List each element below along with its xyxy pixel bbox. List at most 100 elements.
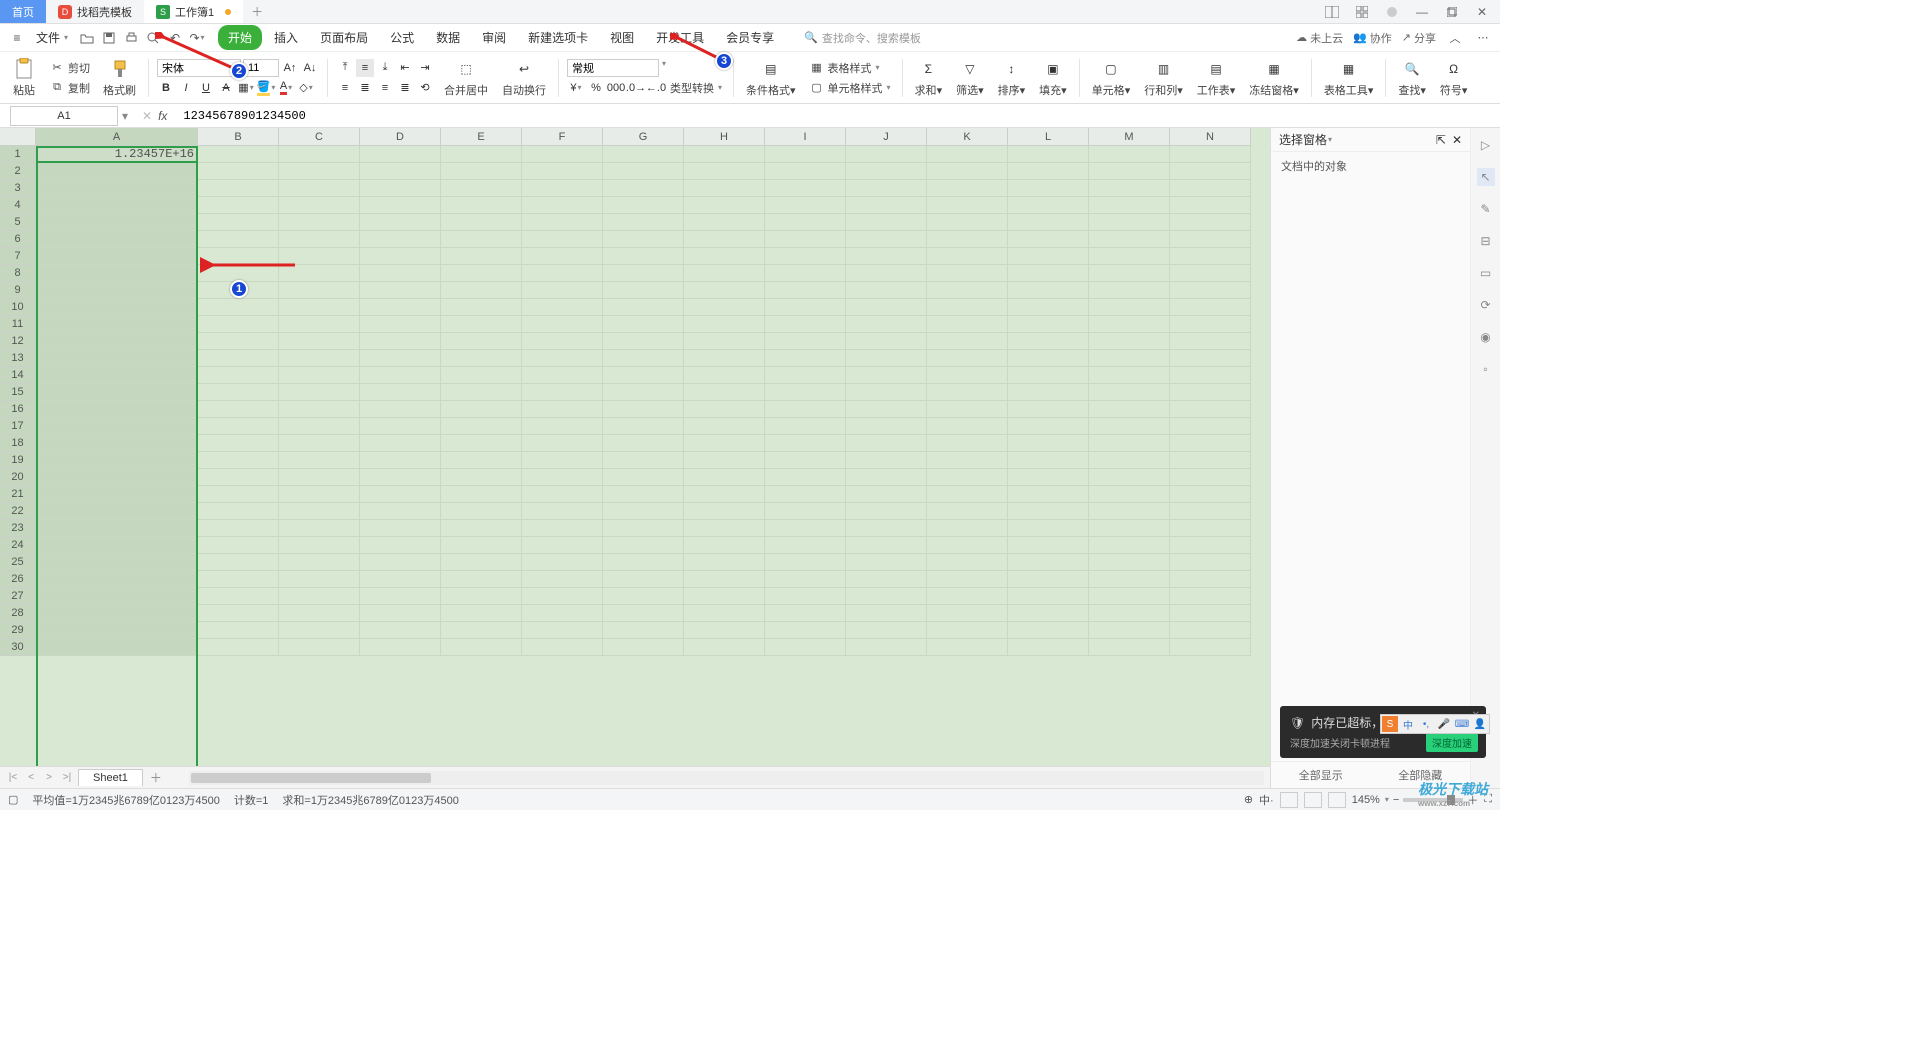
cell-E4[interactable]	[441, 197, 522, 214]
cell-F5[interactable]	[522, 214, 603, 231]
cell-B21[interactable]	[198, 486, 279, 503]
style-tool-icon[interactable]: ✎	[1477, 200, 1495, 218]
cell-D23[interactable]	[360, 520, 441, 537]
sort-button[interactable]: ↕排序▾	[994, 57, 1030, 98]
row-header-14[interactable]: 14	[0, 367, 36, 384]
cell-M16[interactable]	[1089, 401, 1170, 418]
align-middle-icon[interactable]: ≡	[356, 59, 374, 77]
row-header-7[interactable]: 7	[0, 248, 36, 265]
align-center-icon[interactable]: ≣	[356, 79, 374, 97]
cell-H25[interactable]	[684, 554, 765, 571]
cell-B5[interactable]	[198, 214, 279, 231]
cell-N3[interactable]	[1170, 180, 1251, 197]
cell-C30[interactable]	[279, 639, 360, 656]
cell-E1[interactable]	[441, 146, 522, 163]
cell-D19[interactable]	[360, 452, 441, 469]
cell-J25[interactable]	[846, 554, 927, 571]
row-header-22[interactable]: 22	[0, 503, 36, 520]
cell-J16[interactable]	[846, 401, 927, 418]
more-icon[interactable]: ⋯	[1474, 29, 1492, 47]
cell-J14[interactable]	[846, 367, 927, 384]
cell-C23[interactable]	[279, 520, 360, 537]
cell-M23[interactable]	[1089, 520, 1170, 537]
cell-D24[interactable]	[360, 537, 441, 554]
cell-M19[interactable]	[1089, 452, 1170, 469]
cell-F21[interactable]	[522, 486, 603, 503]
col-header-A[interactable]: A	[36, 128, 198, 146]
cell-L11[interactable]	[1008, 316, 1089, 333]
cell-E6[interactable]	[441, 231, 522, 248]
cell-M4[interactable]	[1089, 197, 1170, 214]
cell-A17[interactable]	[36, 418, 198, 435]
row-header-13[interactable]: 13	[0, 350, 36, 367]
cell-A9[interactable]	[36, 282, 198, 299]
cell-I16[interactable]	[765, 401, 846, 418]
cell-C22[interactable]	[279, 503, 360, 520]
cell-D3[interactable]	[360, 180, 441, 197]
cell-D29[interactable]	[360, 622, 441, 639]
cell-M13[interactable]	[1089, 350, 1170, 367]
cell-G29[interactable]	[603, 622, 684, 639]
cell-L17[interactable]	[1008, 418, 1089, 435]
cell-C9[interactable]	[279, 282, 360, 299]
cell-K10[interactable]	[927, 299, 1008, 316]
cell-D22[interactable]	[360, 503, 441, 520]
formula-input[interactable]	[177, 109, 1500, 123]
align-right-icon[interactable]: ≡	[376, 79, 394, 97]
cell-K21[interactable]	[927, 486, 1008, 503]
menu-tab-custom[interactable]: 新建选项卡	[518, 25, 598, 50]
cell-F7[interactable]	[522, 248, 603, 265]
toast-action-button[interactable]: 深度加速	[1426, 733, 1478, 752]
cell-B3[interactable]	[198, 180, 279, 197]
cell-A20[interactable]	[36, 469, 198, 486]
cell-E13[interactable]	[441, 350, 522, 367]
cell-F25[interactable]	[522, 554, 603, 571]
record-macro-icon[interactable]: ▢	[8, 793, 18, 806]
cell-N16[interactable]	[1170, 401, 1251, 418]
cell-H8[interactable]	[684, 265, 765, 282]
cell-N17[interactable]	[1170, 418, 1251, 435]
type-convert-button[interactable]: 类型转换▾	[667, 79, 725, 97]
horizontal-scrollbar[interactable]	[189, 771, 1264, 785]
cell-N29[interactable]	[1170, 622, 1251, 639]
cell-C15[interactable]	[279, 384, 360, 401]
cell-A28[interactable]	[36, 605, 198, 622]
zoom-control[interactable]: 145%▾ − ＋	[1352, 792, 1479, 808]
cell-E18[interactable]	[441, 435, 522, 452]
cell-B2[interactable]	[198, 163, 279, 180]
cell-K14[interactable]	[927, 367, 1008, 384]
cell-L23[interactable]	[1008, 520, 1089, 537]
cell-I19[interactable]	[765, 452, 846, 469]
find-button[interactable]: 🔍查找▾	[1394, 57, 1430, 98]
cell-K3[interactable]	[927, 180, 1008, 197]
cell-N5[interactable]	[1170, 214, 1251, 231]
cell-E28[interactable]	[441, 605, 522, 622]
cell-A10[interactable]	[36, 299, 198, 316]
cell-B12[interactable]	[198, 333, 279, 350]
cell-K20[interactable]	[927, 469, 1008, 486]
cell-B26[interactable]	[198, 571, 279, 588]
cell-N18[interactable]	[1170, 435, 1251, 452]
menu-tab-data[interactable]: 数据	[426, 25, 470, 50]
maximize-button[interactable]	[1440, 1, 1464, 23]
cell-H3[interactable]	[684, 180, 765, 197]
cell-H26[interactable]	[684, 571, 765, 588]
col-header-M[interactable]: M	[1089, 128, 1170, 146]
row-header-28[interactable]: 28	[0, 605, 36, 622]
comma-icon[interactable]: 000	[607, 79, 625, 97]
menu-tab-insert[interactable]: 插入	[264, 25, 308, 50]
italic-button[interactable]: I	[177, 79, 195, 97]
cell-N26[interactable]	[1170, 571, 1251, 588]
normal-view-button[interactable]	[1280, 792, 1298, 808]
cell-J10[interactable]	[846, 299, 927, 316]
cell-C29[interactable]	[279, 622, 360, 639]
cell-F13[interactable]	[522, 350, 603, 367]
cell-H18[interactable]	[684, 435, 765, 452]
cell-G11[interactable]	[603, 316, 684, 333]
cell-J23[interactable]	[846, 520, 927, 537]
coop-button[interactable]: 👥协作	[1353, 30, 1392, 46]
settings-tool-icon[interactable]: ⊟	[1477, 232, 1495, 250]
col-header-D[interactable]: D	[360, 128, 441, 146]
cell-B15[interactable]	[198, 384, 279, 401]
cell-L8[interactable]	[1008, 265, 1089, 282]
